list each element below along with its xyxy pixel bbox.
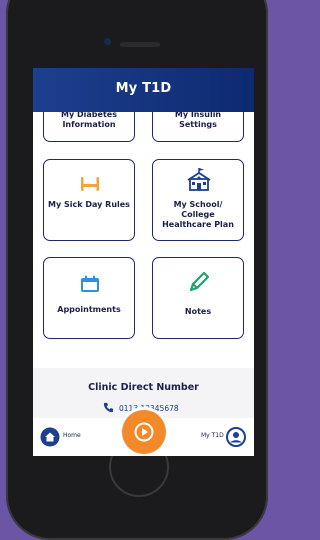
app-header: My T1D: [33, 68, 254, 112]
tile-label: Notes: [184, 307, 212, 316]
bed-icon: [81, 177, 99, 191]
earpiece-speaker: [120, 42, 160, 47]
play-icon: [134, 422, 154, 442]
tab-home-label[interactable]: Home: [63, 432, 81, 439]
tile-label: Appointments: [57, 305, 121, 314]
menu-grid: My Diabetes Information My Insulin Setti…: [33, 112, 254, 368]
bottom-tab-bar: Home My T1D: [33, 410, 254, 456]
app-screen: My T1D My Diabetes Information My Insuli…: [33, 68, 254, 456]
play-button[interactable]: [122, 410, 166, 454]
home-icon[interactable]: [40, 427, 60, 447]
phone-icon[interactable]: [103, 402, 114, 413]
tile-insulin-settings[interactable]: My Insulin Settings: [152, 112, 244, 142]
tile-school-healthcare-plan[interactable]: My School/ College Healthcare Plan: [152, 159, 244, 241]
tile-diabetes-information[interactable]: My Diabetes Information: [43, 112, 135, 142]
tile-label: My Insulin Settings: [174, 112, 222, 129]
school-building-icon: [187, 168, 211, 191]
tile-label: My Diabetes Information: [61, 112, 117, 129]
tile-label: My Sick Day Rules: [48, 200, 130, 209]
app-title: My T1D: [115, 81, 172, 96]
tile-sick-day-rules[interactable]: My Sick Day Rules: [43, 159, 135, 241]
tile-appointments[interactable]: Appointments: [43, 257, 135, 339]
tile-label: My School/ College Healthcare Plan: [162, 200, 234, 229]
user-profile-icon[interactable]: [226, 427, 246, 447]
pencil-icon: [189, 271, 210, 292]
tile-notes[interactable]: Notes: [152, 257, 244, 339]
tab-my-t1d-label[interactable]: My T1D: [201, 432, 224, 439]
clinic-title: Clinic Direct Number: [88, 382, 199, 393]
front-camera: [104, 38, 111, 45]
calendar-icon: [81, 275, 99, 292]
